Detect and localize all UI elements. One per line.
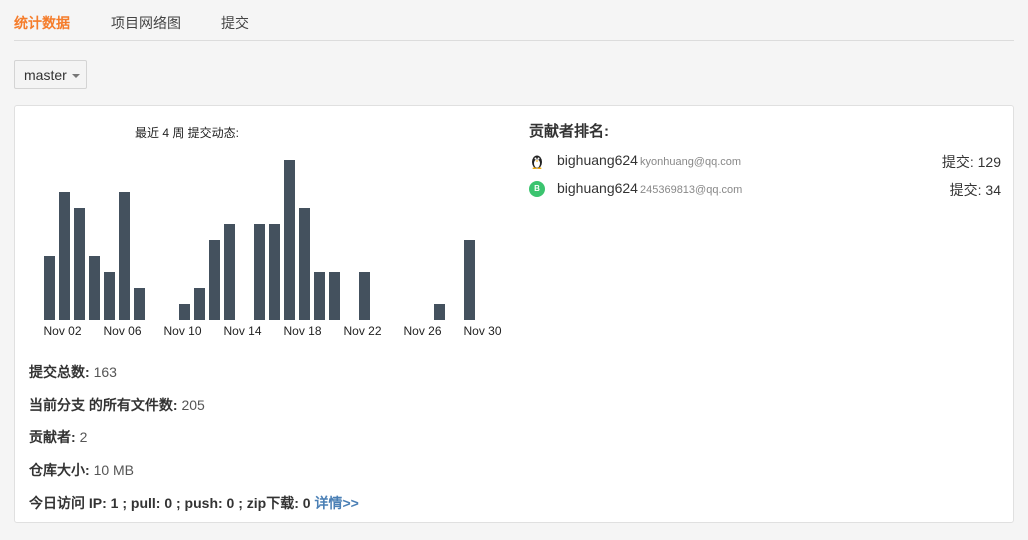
chart-bar-nov-17 bbox=[269, 224, 280, 320]
stat-total-commits-value: 163 bbox=[93, 364, 117, 380]
chart-bar-nov-05 bbox=[89, 256, 100, 320]
penguin-avatar-icon bbox=[529, 153, 545, 169]
stat-contributors-label: 贡献者: bbox=[29, 429, 76, 445]
commit-activity-chart: Nov 02 Nov 06 Nov 10 Nov 14 Nov 18 Nov 22 Nov … bbox=[43, 160, 502, 338]
chart-bar-nov-14 bbox=[224, 224, 235, 320]
chart-bar-nov-18 bbox=[284, 160, 295, 320]
chart-bar-nov-28 bbox=[434, 304, 445, 320]
stat-visits: 今日访问 IP: 1 ; pull: 0 ; push: 0 ; zip下载: … bbox=[29, 493, 359, 513]
stat-files: 当前分支 的所有文件数: 205 bbox=[29, 395, 205, 415]
contributor-email: 245369813@qq.com bbox=[639, 184, 743, 196]
chart-bar-nov-30 bbox=[464, 240, 475, 320]
chart-bar-nov-11 bbox=[179, 304, 190, 320]
chart-tick-label: Nov 22 bbox=[343, 324, 381, 338]
contributor-row: B bighuang624 245369813@qq.com 提交: 34 bbox=[529, 180, 1001, 200]
chart-bar-nov-08 bbox=[134, 288, 145, 320]
chart-bar-nov-07 bbox=[119, 192, 130, 320]
chart-bar-nov-02 bbox=[44, 256, 55, 320]
chart-bar-nov-16 bbox=[254, 224, 265, 320]
stat-total-commits: 提交总数: 163 bbox=[29, 362, 117, 382]
details-link[interactable]: 详情>> bbox=[314, 495, 358, 511]
stats-panel: 最近 4 周 提交动态: Nov 02 Nov 06 Nov 10 Nov 14 Nov… bbox=[14, 105, 1014, 523]
chart-tick-label: Nov 18 bbox=[283, 324, 321, 338]
stat-repo-size-label: 仓库大小: bbox=[29, 462, 90, 478]
tab-bar: 统计数据 项目网络图 提交 bbox=[14, 0, 1014, 41]
contributor-email: kyonhuang@qq.com bbox=[639, 156, 742, 168]
chart-bar-nov-21 bbox=[329, 272, 340, 320]
stat-files-value: 205 bbox=[181, 397, 205, 413]
chart-bar-nov-13 bbox=[209, 240, 220, 320]
chart-bar-nov-04 bbox=[74, 208, 85, 320]
contributor-name[interactable]: bighuang624 245369813@qq.com bbox=[557, 180, 742, 196]
chart-bar-nov-06 bbox=[104, 272, 115, 320]
chart-bar-nov-19 bbox=[299, 208, 310, 320]
stat-contributors-value: 2 bbox=[79, 429, 88, 445]
stat-total-commits-label: 提交总数: bbox=[29, 364, 90, 380]
chart-tick-label: Nov 30 bbox=[463, 324, 501, 338]
tab-commits[interactable]: 提交 bbox=[221, 13, 249, 33]
stat-files-label: 当前分支 的所有文件数: bbox=[29, 397, 178, 413]
chart-tick-label: Nov 02 bbox=[43, 324, 81, 338]
ranking-title: 贡献者排名: bbox=[529, 123, 609, 140]
stat-repo-size-value: 10 MB bbox=[93, 462, 135, 478]
chart-tick-label: Nov 10 bbox=[163, 324, 201, 338]
chart-bar-nov-03 bbox=[59, 192, 70, 320]
chart-bar-nov-20 bbox=[314, 272, 325, 320]
stat-contributors: 贡献者: 2 bbox=[29, 427, 87, 447]
chart-tick-label: Nov 26 bbox=[403, 324, 441, 338]
stat-visits-text: 今日访问 IP: 1 ; pull: 0 ; push: 0 ; zip下载: … bbox=[29, 495, 311, 511]
chart-bar-nov-12 bbox=[194, 288, 205, 320]
stat-repo-size: 仓库大小: 10 MB bbox=[29, 460, 134, 480]
branch-label: master bbox=[24, 67, 67, 83]
contributor-commit-count: 提交: 129 bbox=[941, 154, 1001, 170]
contributor-name-text: bighuang624 bbox=[557, 152, 638, 168]
chart-tick-label: Nov 06 bbox=[103, 324, 141, 338]
chart-bar-nov-23 bbox=[359, 272, 370, 320]
branch-selector[interactable]: master bbox=[14, 60, 87, 89]
tab-statistics[interactable]: 统计数据 bbox=[14, 13, 70, 33]
chart-tick-label: Nov 14 bbox=[223, 324, 261, 338]
contributor-commit-count: 提交: 34 bbox=[949, 182, 1001, 198]
letter-avatar-icon: B bbox=[529, 181, 545, 197]
caret-down-icon bbox=[72, 74, 80, 78]
contributor-name-text: bighuang624 bbox=[557, 180, 638, 196]
contributor-name[interactable]: bighuang624 kyonhuang@qq.com bbox=[557, 152, 741, 168]
tab-network-graph[interactable]: 项目网络图 bbox=[111, 13, 181, 33]
contributor-row: bighuang624 kyonhuang@qq.com 提交: 129 bbox=[529, 152, 1001, 172]
